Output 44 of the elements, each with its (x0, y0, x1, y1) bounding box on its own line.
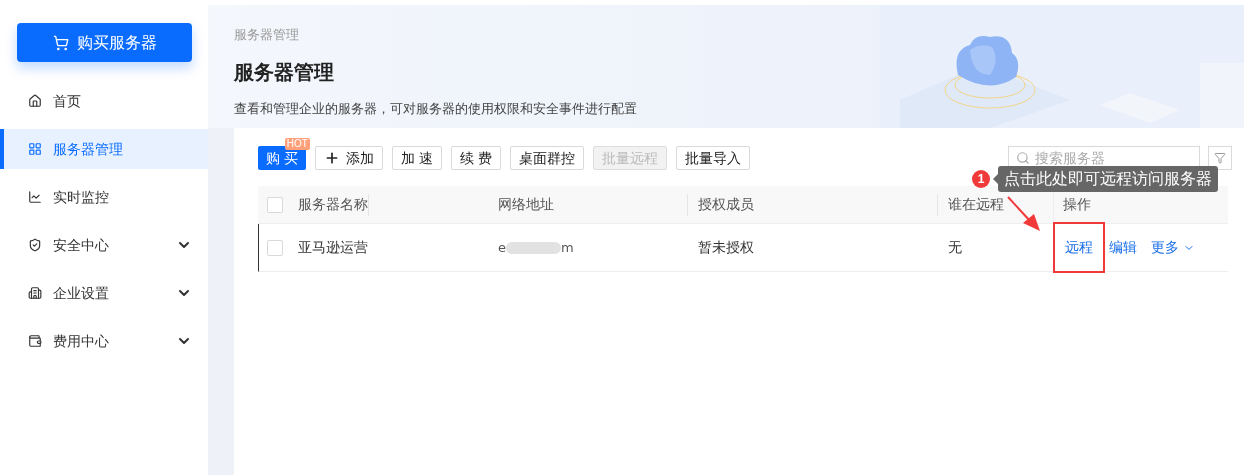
table-cell: 无 (948, 239, 962, 255)
table-cell-text: m (561, 238, 574, 257)
sidebar-item[interactable]: 服务器管理 (0, 129, 208, 169)
column-header: 服务器名称 (298, 195, 368, 214)
action-link[interactable]: 更多 (1151, 237, 1195, 258)
sidebar-item[interactable]: 安全中心 (0, 225, 208, 265)
column-header: 谁在远程 (948, 195, 1004, 214)
page-title: 服务器管理 (234, 59, 335, 85)
grid-icon (28, 142, 42, 156)
sidebar-item[interactable]: 企业设置 (0, 273, 208, 313)
cart-icon (52, 34, 69, 51)
breadcrumb: 服务器管理 (234, 26, 300, 44)
table-cell: 暂未授权 (698, 239, 754, 255)
toolbar-button[interactable]: 续 费 (450, 146, 501, 170)
table-cell-text: e (498, 238, 506, 257)
sidebar-item[interactable]: 实时监控 (0, 177, 208, 217)
action-link[interactable]: 编辑 (1109, 237, 1137, 258)
page-description: 查看和管理企业的服务器，可对服务器的使用权限和安全事件进行配置 (234, 99, 638, 118)
column-header: 授权成员 (698, 195, 754, 214)
pointer-arrow (1007, 196, 1041, 232)
building-icon (28, 286, 42, 300)
sidebar-item[interactable]: 首页 (0, 81, 208, 121)
action-link[interactable]: 远程 (1053, 222, 1105, 273)
redaction-blur (506, 241, 561, 254)
buy-server-button[interactable]: 购买服务器 (17, 23, 192, 62)
column-header: 操作 (1063, 195, 1091, 214)
column-header: 网络地址 (498, 195, 554, 214)
checkbox[interactable] (267, 239, 283, 256)
search-icon (1016, 151, 1030, 165)
chart-icon (28, 190, 42, 204)
toolbar-button[interactable]: 添加 (314, 146, 383, 170)
hot-badge: HOT (284, 138, 310, 150)
checkbox[interactable] (267, 196, 283, 213)
wallet-icon (28, 334, 42, 348)
sidebar-item[interactable]: 费用中心 (0, 321, 208, 361)
home-icon (28, 94, 42, 108)
table-cell: 亚马逊运营 (298, 239, 368, 255)
tooltip: 点击此处即可远程访问服务器 (998, 166, 1218, 192)
shield-icon (28, 238, 42, 252)
filter-icon (1214, 152, 1226, 164)
toolbar-button[interactable]: 购 买 (258, 146, 306, 170)
toolbar-button[interactable]: 批量导入 (675, 146, 750, 170)
toolbar-button[interactable]: 桌面群控 (509, 146, 584, 170)
toolbar-button[interactable]: 加 速 (391, 146, 442, 170)
